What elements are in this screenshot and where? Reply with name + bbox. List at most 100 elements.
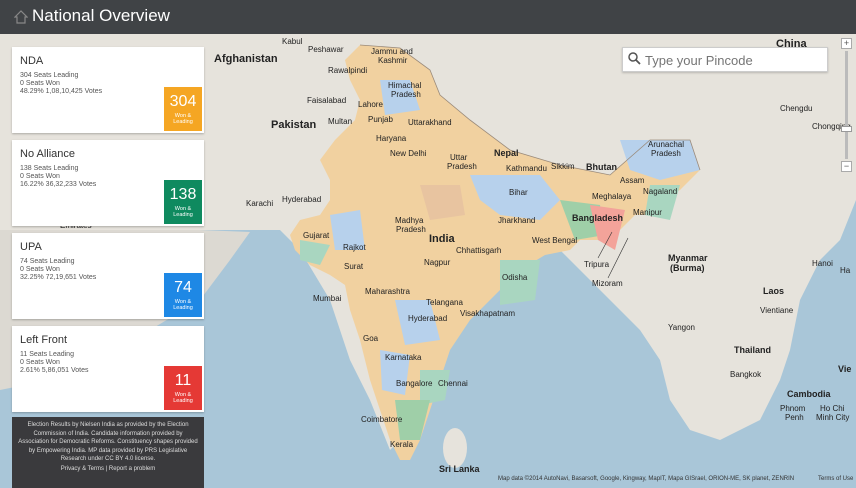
map-label-pradesh-hp: Pradesh (391, 90, 421, 99)
map-label-uttar: Uttar (450, 153, 468, 162)
map-label-jammu: Jammu and (371, 47, 413, 56)
vote-share: 2.61% 5,86,051 Votes (20, 367, 89, 374)
map-label-ho-chi: Ho Chi (820, 404, 845, 413)
seat-count-badge: 304 Won & Leading (164, 87, 202, 131)
seats-won: 0 Seats Won (20, 173, 60, 180)
seats-leading: 304 Seats Leading (20, 72, 79, 79)
map-label-phnom: Phnom (780, 404, 806, 413)
seat-count-badge: 138 Won & Leading (164, 180, 202, 224)
map-label-visakhapatnam: Visakhapatnam (460, 309, 515, 318)
map-label-chennai: Chennai (438, 379, 468, 388)
map-label-west-bengal: West Bengal (532, 236, 578, 245)
alliance-card-upa[interactable]: UPA 74 Seats Leading 0 Seats Won 32.25% … (12, 233, 204, 319)
map-label-multan: Multan (328, 117, 353, 126)
map-label-tripura: Tripura (584, 260, 610, 269)
seat-count: 11 (174, 372, 192, 389)
map-label-mumbai: Mumbai (313, 294, 342, 303)
map-label-arunachal: Arunachal (648, 140, 685, 149)
map-label-pradesh-up: Pradesh (447, 162, 477, 171)
map-label-kathmandu: Kathmandu (506, 164, 547, 173)
alliance-card-no-alliance[interactable]: No Alliance 138 Seats Leading 0 Seats Wo… (12, 140, 204, 226)
map-label-burma: (Burma) (670, 263, 705, 273)
map-label-gujarat: Gujarat (303, 231, 330, 240)
map-label-coimbatore: Coimbatore (361, 415, 403, 424)
zoom-in-button[interactable]: + (841, 38, 852, 49)
seat-count: 304 (169, 93, 197, 110)
map-label-bangkok: Bangkok (730, 370, 762, 379)
map-label-lahore: Lahore (358, 100, 383, 109)
map-label-bangalore: Bangalore (396, 379, 433, 388)
map-label-ha: Ha (840, 266, 851, 275)
map-label-chhattisgarh: Chhattisgarh (456, 246, 502, 255)
map-label-minh-city: Minh City (816, 413, 850, 422)
map-label-penh: Penh (785, 413, 804, 422)
map-label-pradesh-mp: Pradesh (396, 225, 426, 234)
map-label-odisha: Odisha (502, 273, 528, 282)
seats-leading: 74 Seats Leading (20, 258, 75, 265)
map-label-vientiane: Vientiane (760, 306, 794, 315)
seat-count: 74 (174, 279, 192, 296)
zoom-slider-track[interactable] (845, 51, 848, 159)
map-label-surat: Surat (344, 262, 364, 271)
page-title: National Overview (32, 6, 170, 25)
badge-label: Leading (173, 398, 193, 404)
map-label-bangladesh: Bangladesh (572, 213, 624, 223)
map-label-hanoi: Hanoi (812, 259, 833, 268)
map-label-sri-lanka: Sri Lanka (439, 464, 480, 474)
seats-won: 0 Seats Won (20, 80, 60, 87)
map-label-peshawar: Peshawar (308, 45, 344, 54)
map-label-nagaland: Nagaland (643, 187, 678, 196)
badge-label: Leading (173, 212, 193, 218)
zoom-control: + − (841, 38, 852, 172)
map-label-afghanistan: Afghanistan (214, 53, 278, 65)
vote-share: 48.29% 1,08,10,425 Votes (20, 88, 103, 95)
credits-links: Privacy & Terms | Report a problem (18, 465, 198, 474)
alliance-name: UPA (20, 241, 42, 253)
map-label-india: India (429, 233, 455, 245)
map-label-punjab: Punjab (368, 115, 393, 124)
map-label-bihar: Bihar (509, 188, 528, 197)
privacy-terms-link[interactable]: Privacy & Terms (61, 466, 104, 472)
search-icon (628, 52, 641, 65)
map-label-laos: Laos (763, 286, 785, 296)
map-label-hyderabad-pk: Hyderabad (282, 195, 322, 204)
map-label-new-delhi: New Delhi (390, 149, 427, 158)
map-label-yangon: Yangon (668, 323, 695, 332)
pincode-input[interactable] (643, 50, 827, 70)
map-label-pradesh-ap: Pradesh (651, 149, 681, 158)
seats-leading: 11 Seats Leading (20, 351, 74, 358)
map-label-bhutan: Bhutan (586, 162, 617, 172)
map-label-haryana: Haryana (376, 134, 407, 143)
credits-text: Election Results by Nielsen India as pro… (18, 422, 198, 462)
map-label-rajkot: Rajkot (343, 243, 366, 252)
header-bar: National Overview (0, 0, 856, 34)
badge-label: Leading (173, 119, 193, 125)
seats-leading: 138 Seats Leading (20, 165, 79, 172)
vote-share: 32.25% 72,19,651 Votes (20, 274, 97, 281)
alliance-name: Left Front (20, 334, 68, 346)
seats-won: 0 Seats Won (20, 359, 60, 366)
map-label-kerala: Kerala (390, 440, 414, 449)
map-label-maharashtra: Maharashtra (365, 287, 410, 296)
map-label-goa: Goa (363, 334, 379, 343)
credits-panel: Election Results by Nielsen India as pro… (12, 417, 204, 488)
terms-of-use-link[interactable]: Terms of Use (818, 476, 853, 482)
alliance-card-nda[interactable]: NDA 304 Seats Leading 0 Seats Won 48.29%… (12, 47, 204, 133)
zoom-out-button[interactable]: − (841, 161, 852, 172)
map-label-thailand: Thailand (734, 345, 772, 355)
alliance-card-left-front[interactable]: Left Front 11 Seats Leading 0 Seats Won … (12, 326, 204, 412)
map-label-manipur: Manipur (633, 208, 662, 217)
map-label-assam: Assam (620, 176, 645, 185)
map-label-faisalabad: Faisalabad (307, 96, 347, 105)
report-problem-link[interactable]: Report a problem (109, 466, 155, 472)
map-label-kashmir: Kashmir (378, 56, 408, 65)
home-icon[interactable] (14, 10, 28, 24)
map-attribution: Map data ©2014 AutoNavi, Basarsoft, Goog… (498, 476, 795, 482)
seat-count: 138 (169, 186, 197, 203)
vote-share: 16.22% 36,32,233 Votes (20, 181, 97, 188)
alliance-name: NDA (20, 55, 44, 67)
map-label-vie: Vie (838, 364, 852, 374)
zoom-slider-thumb[interactable] (841, 126, 852, 132)
badge-label: Leading (173, 305, 193, 311)
pincode-search (622, 47, 828, 72)
